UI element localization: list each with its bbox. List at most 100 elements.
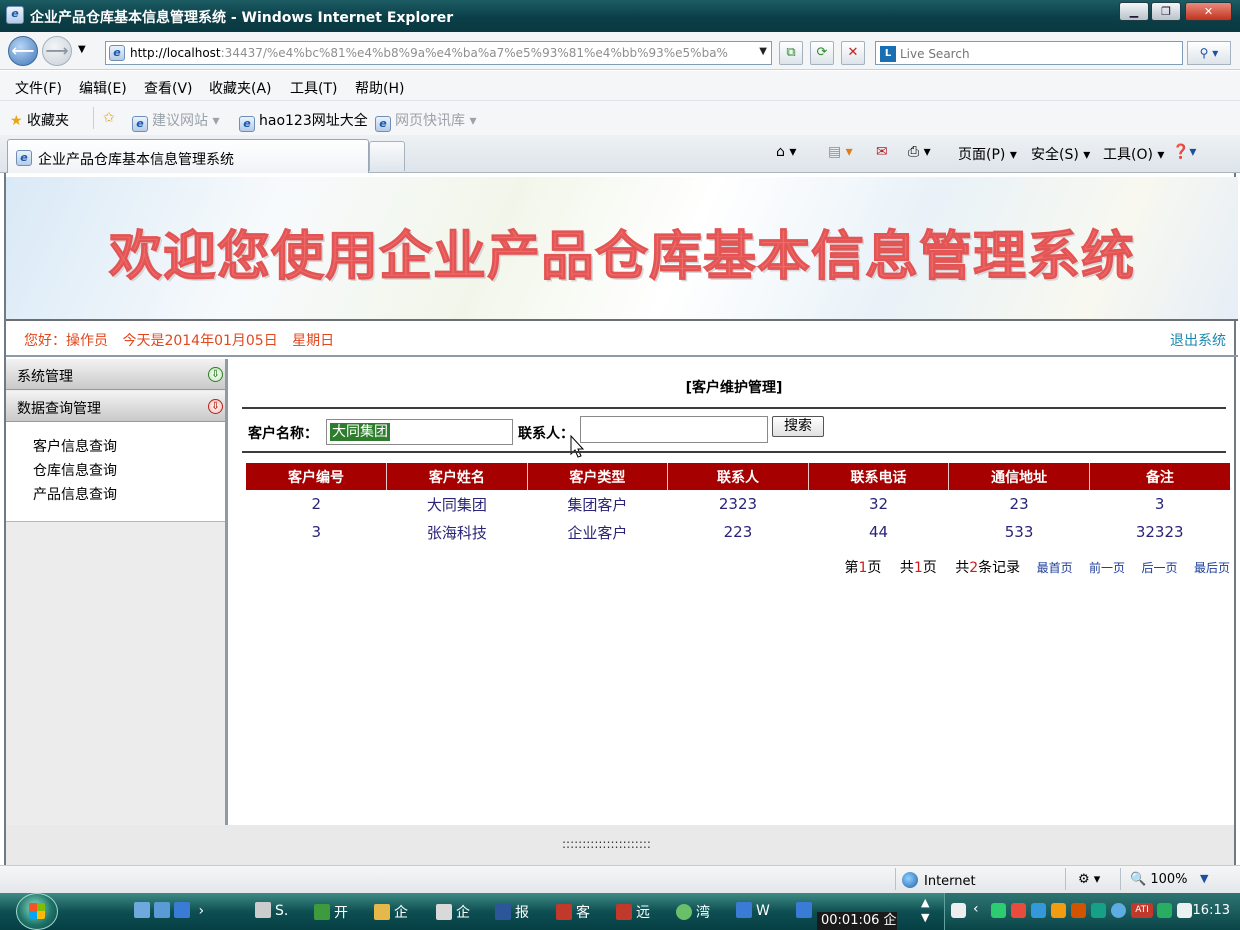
cell-name: 大同集团 [426, 495, 487, 514]
sidebar-item-warehouse-query[interactable]: 仓库信息查询 [33, 460, 117, 480]
add-favorite-icon[interactable]: ✩ [103, 110, 115, 126]
taskbar-item-10[interactable] [796, 902, 816, 919]
start-button[interactable] [16, 893, 58, 930]
divider [242, 407, 1226, 409]
protected-mode-icon[interactable]: ⚙ ▾ [1078, 872, 1100, 887]
last-page-link[interactable]: 最后页 [1194, 561, 1230, 575]
print-icon[interactable]: ⎙ ▾ [908, 144, 931, 160]
address-bar[interactable]: e http://localhost:34437/%e4%bc%81%e4%b8… [105, 41, 772, 65]
menu-file[interactable]: 文件(F) [15, 78, 62, 98]
table-row[interactable]: 2 大同集团 集团客户 2323 32 23 3 [246, 490, 1230, 518]
feeds-icon[interactable]: ▤ ▾ [828, 144, 853, 160]
tray-app-icon[interactable] [1177, 903, 1192, 918]
sidebar-section-system[interactable]: 系统管理 ⇩ [6, 359, 225, 390]
system-clock[interactable]: 16:13 [1193, 903, 1230, 918]
cell-contact: 2323 [718, 495, 758, 513]
maximize-button[interactable]: ❐ [1151, 2, 1181, 21]
taskbar-item-1[interactable]: S. [255, 902, 288, 919]
collapse-icon[interactable]: ⇩ [208, 399, 223, 414]
zoom-level[interactable]: 🔍 100% [1130, 872, 1187, 887]
favorites-bar: ★ 收藏夹 ✩ e 建议网站 ▾ e hao123网址大全 e 网页快讯库 ▾ [0, 101, 1240, 135]
tools-menu[interactable]: 工具(O) ▾ [1103, 144, 1164, 164]
tray-app-icon[interactable] [1051, 903, 1066, 918]
column-header-remark[interactable]: 备注 [1089, 463, 1230, 490]
close-button[interactable]: ✕ [1185, 2, 1232, 21]
taskbar-scroll-arrows[interactable]: ▲ ▼ [921, 895, 929, 925]
stop-icon[interactable]: ✕ [841, 41, 865, 65]
table-row[interactable]: 3 张海科技 企业客户 223 44 533 32323 [246, 518, 1230, 546]
zoom-dropdown-icon[interactable]: ▼ [1200, 872, 1208, 885]
forward-button[interactable]: ⟶ [42, 36, 72, 66]
search-button[interactable]: 搜索 [772, 416, 824, 437]
taskbar-item-9[interactable]: W [736, 902, 770, 919]
safety-menu[interactable]: 安全(S) ▾ [1031, 144, 1090, 164]
mail-icon[interactable]: ✉ [876, 144, 888, 160]
logout-link[interactable]: 退出系统 [1170, 330, 1226, 350]
taskbar-item-5[interactable]: 报 [495, 902, 529, 922]
menu-help[interactable]: 帮助(H) [355, 78, 404, 98]
ie-launch-icon[interactable] [174, 902, 190, 918]
column-header-name[interactable]: 客户姓名 [386, 463, 528, 490]
taskbar-item-2[interactable]: 开 [314, 902, 348, 922]
taskbar-item-3[interactable]: 企 [374, 902, 408, 922]
tray-app-icon[interactable] [1091, 903, 1106, 918]
minimize-button[interactable]: ▁ [1119, 2, 1149, 21]
quicklaunch-icons[interactable]: › [134, 902, 204, 919]
taskbar-item-4[interactable]: 企 [436, 902, 470, 922]
tray-app-icon[interactable] [1071, 903, 1086, 918]
column-header-address[interactable]: 通信地址 [948, 463, 1090, 490]
fav-suggested-sites[interactable]: e 建议网站 ▾ [132, 110, 219, 132]
column-header-contact[interactable]: 联系人 [667, 463, 809, 490]
greeting-user: 您好：操作员 [24, 333, 108, 349]
home-icon[interactable]: ⌂ ▾ [776, 144, 796, 160]
tray-app-icon[interactable] [1111, 903, 1126, 918]
prev-page-link[interactable]: 前一页 [1089, 561, 1125, 575]
security-shield-icon[interactable] [1157, 903, 1172, 918]
menu-tools[interactable]: 工具(T) [290, 78, 337, 98]
show-desktop-icon[interactable] [134, 902, 150, 918]
keyboard-icon[interactable] [951, 903, 966, 918]
refresh-icon[interactable]: ⟳ [810, 41, 834, 65]
contact-input[interactable] [580, 416, 768, 443]
ati-icon[interactable]: ATI [1131, 903, 1153, 918]
tray-app-icon[interactable] [1011, 903, 1026, 918]
column-header-id[interactable]: 客户编号 [246, 463, 388, 490]
favorites-button[interactable]: ★ 收藏夹 [10, 110, 69, 130]
recent-pages-dropdown-icon[interactable]: ▼ [78, 44, 86, 55]
menu-bar: 文件(F) 编辑(E) 查看(V) 收藏夹(A) 工具(T) 帮助(H) [0, 71, 1240, 101]
next-page-link[interactable]: 后一页 [1142, 561, 1178, 575]
sidebar-item-customer-query[interactable]: 客户信息查询 [33, 436, 117, 456]
menu-edit[interactable]: 编辑(E) [79, 78, 127, 98]
compatibility-view-icon[interactable]: ⧉ [779, 41, 803, 65]
cell-remark: 32323 [1135, 523, 1184, 541]
search-box[interactable]: L [875, 41, 1183, 65]
tray-expand-icon[interactable]: ‹ [973, 901, 979, 917]
taskbar-item-7[interactable]: 远 [616, 902, 650, 922]
taskbar-item-6[interactable]: 客 [556, 902, 590, 922]
help-icon[interactable]: ❓▾ [1172, 144, 1196, 160]
remote-desktop-icon [616, 904, 632, 920]
menu-view[interactable]: 查看(V) [144, 78, 193, 98]
expand-icon[interactable]: ⇩ [208, 367, 223, 382]
back-button[interactable]: ⟵ [8, 36, 38, 66]
sidebar-section-data-query[interactable]: 数据查询管理 ⇩ [6, 391, 225, 422]
search-go-button[interactable]: ⚲ ▾ [1187, 41, 1231, 65]
column-header-type[interactable]: 客户类型 [527, 463, 669, 490]
new-tab-button[interactable] [369, 141, 405, 171]
fav-hao123[interactable]: e hao123网址大全 [239, 110, 368, 132]
taskbar-item-8[interactable]: 湾 [676, 902, 710, 922]
address-dropdown-icon[interactable]: ▼ [759, 46, 767, 57]
tray-app-icon[interactable] [991, 903, 1006, 918]
first-page-link[interactable]: 最首页 [1037, 561, 1073, 575]
menu-favorites[interactable]: 收藏夹(A) [209, 78, 272, 98]
switch-windows-icon[interactable] [154, 902, 170, 918]
tab-active[interactable]: e 企业产品仓库基本信息管理系统 [7, 139, 369, 173]
column-header-phone[interactable]: 联系电话 [808, 463, 950, 490]
customer-name-input[interactable]: 大同集团 [326, 419, 513, 445]
fav-web-slice-gallery[interactable]: e 网页快讯库 ▾ [375, 110, 476, 132]
network-icon[interactable] [1031, 903, 1046, 918]
search-input[interactable] [900, 45, 1170, 63]
address-url[interactable]: http://localhost:34437/%e4%bc%81%e4%b8%9… [130, 46, 750, 60]
page-menu[interactable]: 页面(P) ▾ [958, 144, 1017, 164]
sidebar-item-product-query[interactable]: 产品信息查询 [33, 484, 117, 504]
